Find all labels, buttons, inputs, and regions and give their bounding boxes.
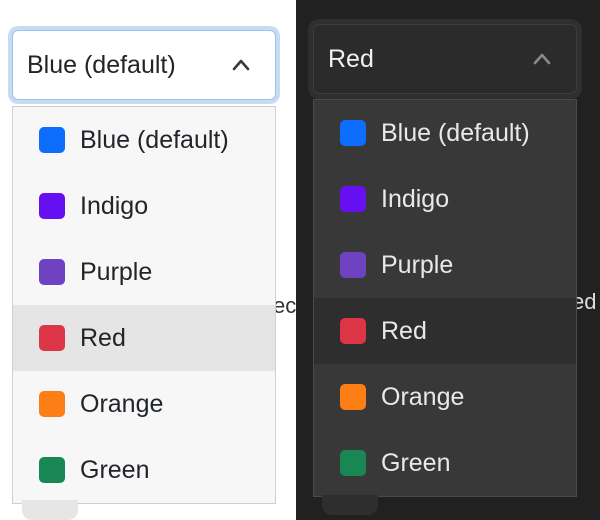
purple-swatch-icon [340, 252, 366, 278]
select-value: Red [328, 44, 374, 73]
option-label: Blue (default) [80, 125, 229, 154]
background-text-fragment: ec [273, 293, 297, 318]
light-theme-panel: ec Blue (default) Blue (default) Indigo … [0, 0, 296, 520]
color-options-menu-light: Blue (default) Indigo Purple Red Orange … [12, 106, 276, 504]
blue-swatch-icon [340, 120, 366, 146]
red-swatch-icon [39, 325, 65, 351]
green-swatch-icon [340, 450, 366, 476]
option-label: Indigo [381, 184, 450, 213]
option-green[interactable]: Green [13, 437, 275, 503]
color-select-light[interactable]: Blue (default) [12, 30, 276, 100]
option-blue[interactable]: Blue (default) [13, 107, 275, 173]
option-indigo[interactable]: Indigo [314, 166, 576, 232]
chevron-up-icon [232, 59, 250, 71]
blue-swatch-icon [39, 127, 65, 153]
option-label: Purple [381, 250, 454, 279]
option-orange[interactable]: Orange [314, 364, 576, 430]
select-value: Blue (default) [27, 50, 176, 79]
option-purple[interactable]: Purple [13, 239, 275, 305]
indigo-swatch-icon [39, 193, 65, 219]
option-label: Blue (default) [381, 118, 530, 147]
chevron-up-icon [533, 53, 551, 65]
green-swatch-icon [39, 457, 65, 483]
option-label: Red [381, 316, 427, 345]
option-label: Orange [381, 382, 465, 411]
option-green[interactable]: Green [314, 430, 576, 496]
option-label: Green [381, 448, 451, 477]
red-swatch-icon [340, 318, 366, 344]
option-blue[interactable]: Blue (default) [314, 100, 576, 166]
color-select-dark[interactable]: Red [313, 24, 577, 94]
option-label: Orange [80, 389, 164, 418]
dark-theme-panel: ed Red Blue (default) Indigo Purple Red … [296, 0, 600, 520]
option-red[interactable]: Red [13, 305, 275, 371]
option-purple[interactable]: Purple [314, 232, 576, 298]
background-button-fragment [322, 495, 378, 515]
option-label: Green [80, 455, 150, 484]
option-indigo[interactable]: Indigo [13, 173, 275, 239]
indigo-swatch-icon [340, 186, 366, 212]
option-label: Indigo [80, 191, 149, 220]
background-button-fragment [22, 500, 78, 520]
orange-swatch-icon [340, 384, 366, 410]
option-orange[interactable]: Orange [13, 371, 275, 437]
color-options-menu-dark: Blue (default) Indigo Purple Red Orange … [313, 99, 577, 497]
option-label: Purple [80, 257, 153, 286]
option-label: Red [80, 323, 126, 352]
option-red[interactable]: Red [314, 298, 576, 364]
purple-swatch-icon [39, 259, 65, 285]
orange-swatch-icon [39, 391, 65, 417]
